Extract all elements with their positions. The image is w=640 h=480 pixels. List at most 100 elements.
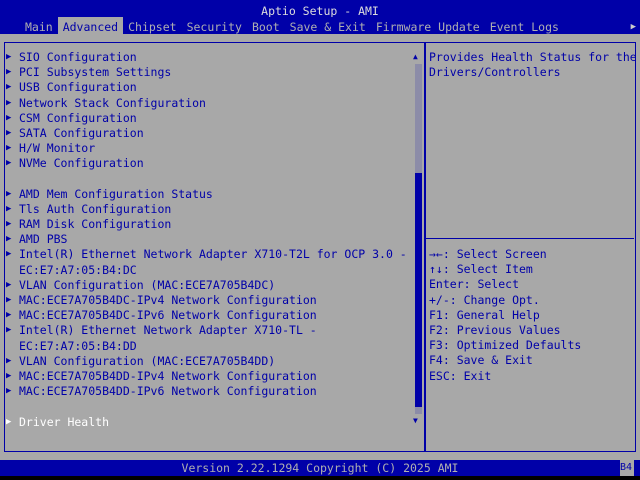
menu-item[interactable]: ▶ CSM Configuration bbox=[6, 111, 407, 126]
menu-item[interactable]: ▶ Network Stack Configuration bbox=[6, 96, 407, 111]
submenu-arrow-icon: ▶ bbox=[6, 295, 12, 305]
help-divider bbox=[426, 238, 634, 239]
menu-item[interactable]: ▶ VLAN Configuration (MAC:ECE7A705B4DD) bbox=[6, 354, 407, 369]
scrollbar[interactable] bbox=[415, 64, 422, 414]
submenu-arrow-icon: ▶ bbox=[6, 82, 12, 93]
menu-item-label: NVMe Configuration bbox=[19, 156, 144, 171]
menu-item[interactable]: ▶ Intel(R) Ethernet Network Adapter X710-… bbox=[6, 323, 407, 338]
main-panel: ▶ SIO Configuration ▶ PCI Subsystem Setting… bbox=[0, 34, 640, 460]
menu-item-label: MAC:ECE7A705B4DD-IPv6 Network Configurat… bbox=[19, 384, 317, 399]
menu-item[interactable]: ▶ PCI Subsystem Settings bbox=[6, 65, 407, 80]
tab-advanced[interactable]: Advanced bbox=[57, 17, 124, 34]
tab-chipset[interactable]: Chipset bbox=[123, 17, 181, 34]
key-hint: F3: Optimized Defaults bbox=[429, 338, 582, 353]
submenu-arrow-icon bbox=[6, 399, 19, 414]
submenu-arrow-icon: ▶ bbox=[6, 219, 12, 230]
menu-item[interactable]: ▶ MAC:ECE7A705B4DD-IPv4 Network Configura… bbox=[6, 369, 407, 384]
submenu-arrow-icon: ▶ bbox=[6, 416, 12, 427]
submenu-arrow-icon bbox=[6, 339, 19, 354]
menu-item[interactable]: ▶ Tls Auth Configuration bbox=[6, 202, 407, 217]
tab-bar: Main Advanced Chipset Security Boot Save & Ex… bbox=[0, 17, 640, 34]
menu-item-label: EC:E7:A7:05:B4:DC bbox=[19, 262, 137, 277]
submenu-arrow-icon: ▶ bbox=[6, 249, 12, 260]
key-hint: ↑↓: Select Item bbox=[429, 262, 533, 277]
help-line: Drivers/Controllers bbox=[429, 65, 561, 80]
menu-item: EC:E7:A7:05:B4:DC bbox=[6, 263, 407, 278]
submenu-arrow-icon: ▶ bbox=[6, 158, 12, 169]
menu-item-label: AMD Mem Configuration Status bbox=[19, 186, 213, 201]
menu-item-label: AMD PBS bbox=[19, 232, 68, 247]
submenu-arrow-icon: ▶ bbox=[6, 143, 12, 154]
menu-item-label: VLAN Configuration (MAC:ECE7A705B4DD) bbox=[19, 353, 276, 368]
window-title: Aptio Setup - AMI bbox=[0, 0, 640, 18]
spacer bbox=[6, 399, 407, 414]
menu-item[interactable]: ▶ MAC:ECE7A705B4DC-IPv4 Network Configura… bbox=[6, 293, 407, 308]
menu-item[interactable]: ▶ NVMe Configuration bbox=[6, 156, 407, 171]
menu-item[interactable]: ▶ USB Configuration bbox=[6, 80, 407, 95]
menu-item: EC:E7:A7:05:B4:DD bbox=[6, 339, 407, 354]
menu-item[interactable]: ▶ Intel(R) Ethernet Network Adapter X710-… bbox=[6, 247, 407, 262]
tab-firmware-update[interactable]: Firmware Update bbox=[371, 17, 485, 34]
menu-item[interactable]: ▶ H/W Monitor bbox=[6, 141, 407, 156]
scroll-up-arrow-icon[interactable]: ▲ bbox=[413, 52, 418, 61]
submenu-arrow-icon: ▶ bbox=[6, 52, 12, 62]
submenu-arrow-icon: ▶ bbox=[6, 203, 12, 214]
menu-item[interactable]: ▶ Driver Health bbox=[6, 415, 407, 430]
menu-item[interactable]: ▶ MAC:ECE7A705B4DD-IPv6 Network Configura… bbox=[6, 384, 407, 399]
help-line: Provides Health Status for the bbox=[429, 50, 637, 64]
help-text: Provides Health Status for the Drivers/C… bbox=[429, 50, 637, 80]
submenu-arrow-icon: ▶ bbox=[6, 386, 12, 397]
menu-item[interactable]: ▶ MAC:ECE7A705B4DC-IPv6 Network Configura… bbox=[6, 308, 407, 323]
menu-item-label: Intel(R) Ethernet Network Adapter X710-T… bbox=[19, 323, 317, 338]
submenu-arrow-icon: ▶ bbox=[6, 234, 12, 245]
scroll-down-arrow-icon[interactable]: ▼ bbox=[413, 416, 418, 425]
menu-item[interactable]: ▶ SIO Configuration bbox=[6, 50, 407, 65]
menu-item[interactable]: ▶ SATA Configuration bbox=[6, 126, 407, 141]
submenu-arrow-icon: ▶ bbox=[6, 112, 12, 123]
submenu-arrow-icon: ▶ bbox=[6, 310, 12, 321]
menu-item-label: Tls Auth Configuration bbox=[19, 201, 172, 216]
tab-boot[interactable]: Boot bbox=[247, 17, 285, 34]
footer-version: Version 2.22.1294 Copyright (C) 2025 AMI bbox=[0, 460, 640, 476]
tab-event-logs[interactable]: Event Logs bbox=[485, 17, 564, 34]
post-code: B4 bbox=[620, 460, 634, 476]
key-hint: +/-: Change Opt. bbox=[429, 292, 540, 307]
menu-item-label: PCI Subsystem Settings bbox=[19, 65, 172, 80]
panel-divider bbox=[424, 42, 426, 452]
menu-item-label: RAM Disk Configuration bbox=[19, 217, 172, 232]
menu-item-label: MAC:ECE7A705B4DC-IPv6 Network Configurat… bbox=[19, 308, 317, 323]
submenu-arrow-icon bbox=[6, 172, 19, 187]
menu-item[interactable]: ▶ RAM Disk Configuration bbox=[6, 217, 407, 232]
submenu-arrow-icon: ▶ bbox=[6, 355, 12, 366]
key-hint: F4: Save & Exit bbox=[429, 353, 533, 368]
key-legend: →←: Select Screen ↑↓: Select Item Enter: S… bbox=[429, 247, 581, 384]
menu-item[interactable]: ▶ AMD Mem Configuration Status bbox=[6, 187, 407, 202]
menu-item-label: MAC:ECE7A705B4DD-IPv4 Network Configurat… bbox=[19, 368, 317, 383]
submenu-arrow-icon: ▶ bbox=[6, 370, 12, 381]
menu-item-label: MAC:ECE7A705B4DC-IPv4 Network Configurat… bbox=[19, 293, 317, 307]
submenu-arrow-icon: ▶ bbox=[6, 325, 12, 336]
submenu-arrow-icon: ▶ bbox=[6, 97, 12, 108]
menu-list: ▶ SIO Configuration ▶ PCI Subsystem Setting… bbox=[6, 50, 407, 430]
menu-item-label: Intel(R) Ethernet Network Adapter X710-T… bbox=[19, 247, 407, 262]
menu-item-label: SIO Configuration bbox=[19, 50, 137, 64]
menu-item-label: VLAN Configuration (MAC:ECE7A705B4DC) bbox=[19, 277, 276, 292]
menu-item-label: CSM Configuration bbox=[19, 110, 137, 125]
menu-item[interactable]: ▶ VLAN Configuration (MAC:ECE7A705B4DC) bbox=[6, 278, 407, 293]
tab-security[interactable]: Security bbox=[182, 17, 247, 34]
menu-item-label: USB Configuration bbox=[19, 80, 137, 95]
tab-save-exit[interactable]: Save & Exit bbox=[285, 17, 371, 34]
key-hint: F1: General Help bbox=[429, 307, 540, 322]
menu-item-label: H/W Monitor bbox=[19, 141, 96, 156]
key-hint: ESC: Exit bbox=[429, 368, 492, 383]
key-hint: Enter: Select bbox=[429, 277, 520, 292]
submenu-arrow-icon: ▶ bbox=[6, 127, 12, 138]
menu-item[interactable]: ▶ AMD PBS bbox=[6, 232, 407, 247]
submenu-arrow-icon: ▶ bbox=[6, 188, 12, 199]
scrollbar-thumb[interactable] bbox=[415, 172, 422, 407]
submenu-arrow-icon: ▶ bbox=[6, 279, 12, 290]
tab-main[interactable]: Main bbox=[20, 17, 58, 34]
submenu-arrow-icon bbox=[6, 263, 19, 278]
menu-item-label: Driver Health bbox=[19, 414, 110, 429]
spacer bbox=[6, 172, 407, 187]
